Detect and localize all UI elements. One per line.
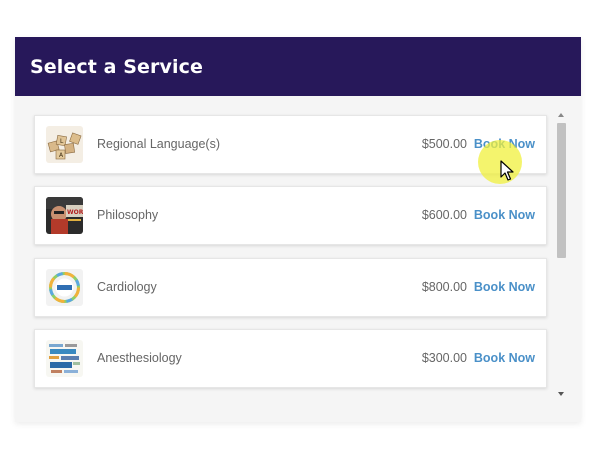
- service-price: $600.00: [421, 208, 467, 222]
- service-price: $500.00: [421, 137, 467, 151]
- list-item[interactable]: WORL Philosophy $600.00 Book Now: [34, 186, 547, 245]
- list-item[interactable]: Cardiology $800.00 Book Now: [34, 258, 547, 317]
- service-name: Philosophy: [97, 208, 159, 222]
- service-header: Select a Service: [15, 37, 581, 96]
- list-item[interactable]: Anesthesiology $300.00 Book Now: [34, 329, 547, 388]
- service-name: Cardiology: [97, 280, 157, 294]
- scroll-down-arrow-icon[interactable]: [555, 388, 567, 400]
- scrabble-tiles-icon: A L: [46, 126, 83, 163]
- scroll-up-arrow-icon[interactable]: [555, 109, 567, 121]
- list-item[interactable]: A L Regional Language(s) $500.00 Book No…: [34, 115, 547, 174]
- service-name: Regional Language(s): [97, 137, 221, 151]
- book-now-button[interactable]: Book Now: [474, 330, 535, 387]
- list-scrollbar[interactable]: [555, 109, 567, 400]
- page-title: Select a Service: [30, 55, 203, 78]
- service-name: Anesthesiology: [97, 351, 182, 365]
- svg-text:WORL: WORL: [67, 209, 83, 216]
- cardiology-badge-icon: [46, 269, 83, 306]
- word-cloud-icon: [46, 340, 83, 377]
- book-now-button[interactable]: Book Now: [474, 259, 535, 316]
- philosophy-book-icon: WORL: [46, 197, 83, 234]
- service-price: $300.00: [421, 351, 467, 365]
- mouse-pointer-icon: [500, 160, 514, 182]
- scroll-thumb[interactable]: [557, 123, 566, 258]
- book-now-button[interactable]: Book Now: [474, 187, 535, 244]
- service-price: $800.00: [421, 280, 467, 294]
